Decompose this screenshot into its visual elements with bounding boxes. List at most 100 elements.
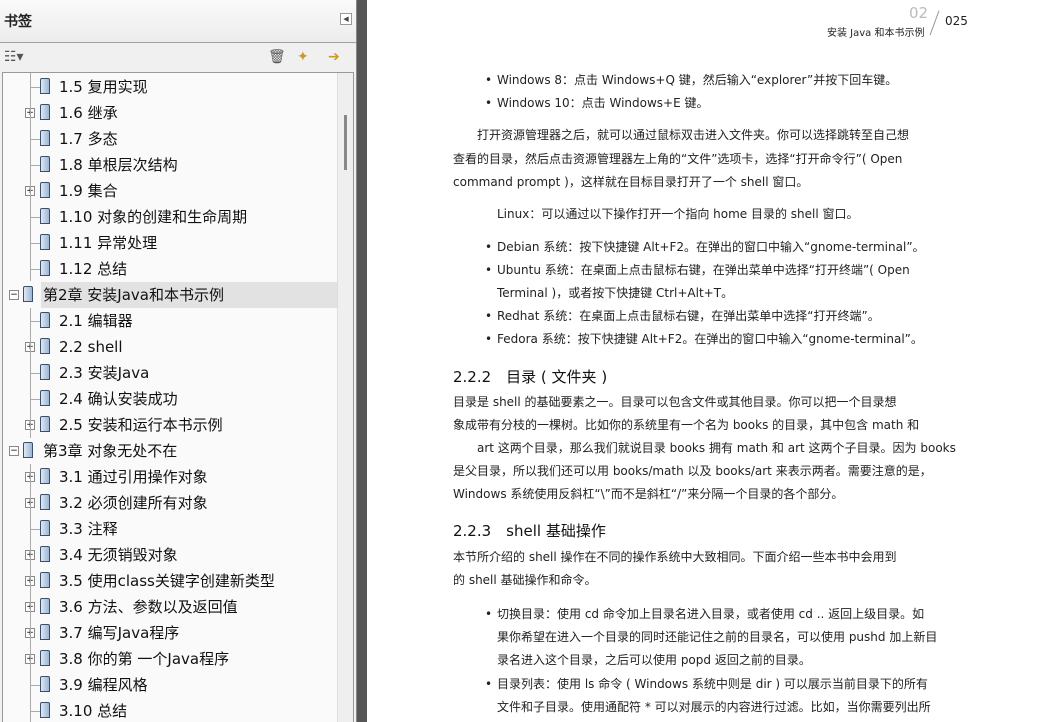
tree-line xyxy=(30,308,31,438)
paragraph-line: art 这两个目录，那么我们就说目录 books 拥有 math 和 art 这… xyxy=(477,441,956,455)
bookmark-item[interactable]: 1.5 复用实现 xyxy=(3,74,337,100)
delete-icon[interactable]: 🗑 xyxy=(268,49,286,65)
scrollbar-thumb[interactable] xyxy=(344,115,347,170)
section-heading: 2.2.3 shell 基础操作 xyxy=(453,522,606,540)
bookmark-icon xyxy=(40,624,50,640)
bookmark-label: 3.9 编程风格 xyxy=(59,676,148,694)
tree-connector xyxy=(30,87,40,88)
bookmark-item[interactable]: 3.3 注释 xyxy=(3,516,337,542)
bullet-item: 果你希望在进入一个目录的同时还能记住之前的目录名，可以使用 pushd 加上新目 xyxy=(497,630,938,644)
bookmark-icon xyxy=(40,676,50,692)
bookmark-item[interactable]: +3.7 编写Java程序 xyxy=(3,620,337,646)
bullet-item: • Fedora 系统：按下快捷键 Alt+F2。在弹出的窗口中输入“gnome-… xyxy=(485,328,969,351)
paragraph-line: 查看的目录，然后点击资源管理器左上角的“文件”选项卡，选择“打开命令行”( Op… xyxy=(453,152,903,166)
bookmark-item[interactable]: 2.4 确认安装成功 xyxy=(3,386,337,412)
section-heading: 2.2.2 目录 ( 文件夹 ) xyxy=(453,368,608,386)
bookmark-item[interactable]: +1.9 集合 xyxy=(3,178,337,204)
scrollbar[interactable] xyxy=(337,73,353,722)
bookmark-label: 2.4 确认安装成功 xyxy=(59,390,178,408)
paragraph-line: 象成带有分枝的一棵树。比如你的系统里有一个名为 books 的目录，其中包含 m… xyxy=(453,418,920,432)
paragraph-line: command prompt )，这样就在目标目录打开了一个 shell 窗口。 xyxy=(453,175,809,189)
bookmark-icon xyxy=(40,416,50,432)
bullet-item: • Debian 系统：按下快捷键 Alt+F2。在弹出的窗口中输入“gnome-… xyxy=(485,236,969,259)
bullet: • xyxy=(485,332,493,346)
bookmark-item[interactable]: 1.12 总结 xyxy=(3,256,337,282)
bookmark-item[interactable]: +2.2 shell xyxy=(3,334,337,360)
bullet: • xyxy=(485,240,493,254)
bullet-item: • Windows 10：点击 Windows+E 键。 xyxy=(485,92,969,115)
bookmark-item[interactable]: 1.11 异常处理 xyxy=(3,230,337,256)
bookmark-label: 3.10 总结 xyxy=(59,702,128,720)
bookmarks-panel: 书签 ◀ ☷▾ 🗑 ✦ ➔ 1.5 复用实现 +1.6 继承 1.7 多态 1.8 单… xyxy=(0,0,357,722)
bookmark-item[interactable]: +3.2 必须创建所有对象 xyxy=(3,490,337,516)
bookmark-label: 3.4 无须销毁对象 xyxy=(59,546,178,564)
bullet-item: • Redhat 系统：在桌面上点击鼠标右键，在弹出菜单中选择“打开终端”。 xyxy=(485,305,969,328)
tree-connector xyxy=(30,529,40,530)
tree-connector xyxy=(30,217,40,218)
bookmark-item[interactable]: +1.6 继承 xyxy=(3,100,337,126)
bookmark-item[interactable]: +3.4 无须销毁对象 xyxy=(3,542,337,568)
bullet-item: • 切换目录：使用 cd 命令加上目录名进入目录，或者使用 cd .. 返回上级目… xyxy=(485,603,969,626)
expand-bookmark-icon[interactable]: ➔ xyxy=(328,49,340,65)
bookmark-item[interactable]: − 第2章 安装Java和本书示例 xyxy=(9,282,337,308)
collapse-panel-button[interactable]: ◀ xyxy=(340,13,352,25)
tree-connector xyxy=(30,139,40,140)
bookmark-label: 1.7 多态 xyxy=(59,130,118,148)
bookmark-label: 3.5 使用class关键字创建新类型 xyxy=(59,572,275,590)
bookmark-label: 1.10 对象的创建和生命周期 xyxy=(59,208,248,226)
bookmark-item[interactable]: − 第3章 对象无处不在 xyxy=(3,438,337,464)
bookmark-item[interactable]: +3.6 方法、参数以及返回值 xyxy=(3,594,337,620)
paragraph-line: 打开资源管理器之后，就可以通过鼠标双击进入文件夹。你可以选择跳转至自己想 xyxy=(477,128,910,142)
bookmark-label: 3.3 注释 xyxy=(59,520,118,538)
bookmark-label: 第3章 对象无处不在 xyxy=(43,442,178,460)
bookmark-label: 2.1 编辑器 xyxy=(59,312,133,330)
bookmark-item[interactable]: 3.10 总结 xyxy=(3,698,337,722)
bookmark-item[interactable]: +3.5 使用class关键字创建新类型 xyxy=(3,568,337,594)
collapse-toggle[interactable]: − xyxy=(9,446,19,456)
bookmark-item[interactable]: 1.7 多态 xyxy=(3,126,337,152)
tree-connector xyxy=(30,321,40,322)
new-bookmark-icon[interactable]: ✦ xyxy=(297,49,309,65)
bullet-item: 文件和子目录。使用通配符 * 可以对展示的内容进行过滤。比如，当你需要列出所 xyxy=(497,700,931,714)
options-menu-icon[interactable]: ☷▾ xyxy=(4,49,24,65)
bullet: • xyxy=(485,607,493,621)
bullet: • xyxy=(485,309,493,323)
bookmark-icon xyxy=(40,104,50,120)
bookmark-item[interactable]: +2.5 安装和运行本书示例 xyxy=(3,412,337,438)
bookmark-icon xyxy=(23,286,33,302)
bookmark-label: 1.12 总结 xyxy=(59,260,128,278)
bookmark-label: 1.9 集合 xyxy=(59,182,118,200)
bookmark-item[interactable]: +3.8 你的第 一个Java程序 xyxy=(3,646,337,672)
bookmark-item[interactable]: 3.9 编程风格 xyxy=(3,672,337,698)
bookmark-icon xyxy=(40,234,50,250)
header-divider xyxy=(929,10,940,36)
bookmark-label: 3.2 必须创建所有对象 xyxy=(59,494,208,512)
bookmark-label: 第2章 安装Java和本书示例 xyxy=(43,286,224,304)
bullet-item: Terminal )，或者按下快捷键 Ctrl+Alt+T。 xyxy=(497,286,734,300)
bookmark-toolbar: ☷▾ 🗑 ✦ ➔ xyxy=(0,43,356,72)
tree-line xyxy=(30,73,31,281)
tree-connector xyxy=(30,373,40,374)
bookmark-label: 1.5 复用实现 xyxy=(59,78,148,96)
bookmark-item[interactable]: 2.3 安装Java xyxy=(3,360,337,386)
bookmark-item[interactable]: 2.1 编辑器 xyxy=(3,308,337,334)
bookmark-icon xyxy=(40,208,50,224)
tree-connector xyxy=(30,269,40,270)
bookmark-icon xyxy=(40,260,50,276)
bookmark-item[interactable]: +3.1 通过引用操作对象 xyxy=(3,464,337,490)
bookmark-icon xyxy=(40,364,50,380)
bullet-item: • Windows 8：点击 Windows+Q 键，然后输入“explorer”… xyxy=(485,69,969,92)
bookmark-label: 1.11 异常处理 xyxy=(59,234,158,252)
tree-line xyxy=(30,464,31,722)
collapse-toggle[interactable]: − xyxy=(9,290,19,300)
bookmark-label: 1.8 单根层次结构 xyxy=(59,156,178,174)
tree-connector xyxy=(30,399,40,400)
paragraph-line: 目录是 shell 的基础要素之一。目录可以包含文件或其他目录。你可以把一个目录… xyxy=(453,395,897,409)
bookmark-icon xyxy=(40,702,50,718)
page-number: 025 xyxy=(945,14,968,28)
bullet-item: 录名进入这个目录，之后可以使用 popd 返回之前的目录。 xyxy=(497,653,811,667)
bookmark-item[interactable]: 1.8 单根层次结构 xyxy=(3,152,337,178)
bookmark-icon xyxy=(40,182,50,198)
tree-connector xyxy=(30,685,40,686)
bookmark-item[interactable]: 1.10 对象的创建和生命周期 xyxy=(3,204,337,230)
